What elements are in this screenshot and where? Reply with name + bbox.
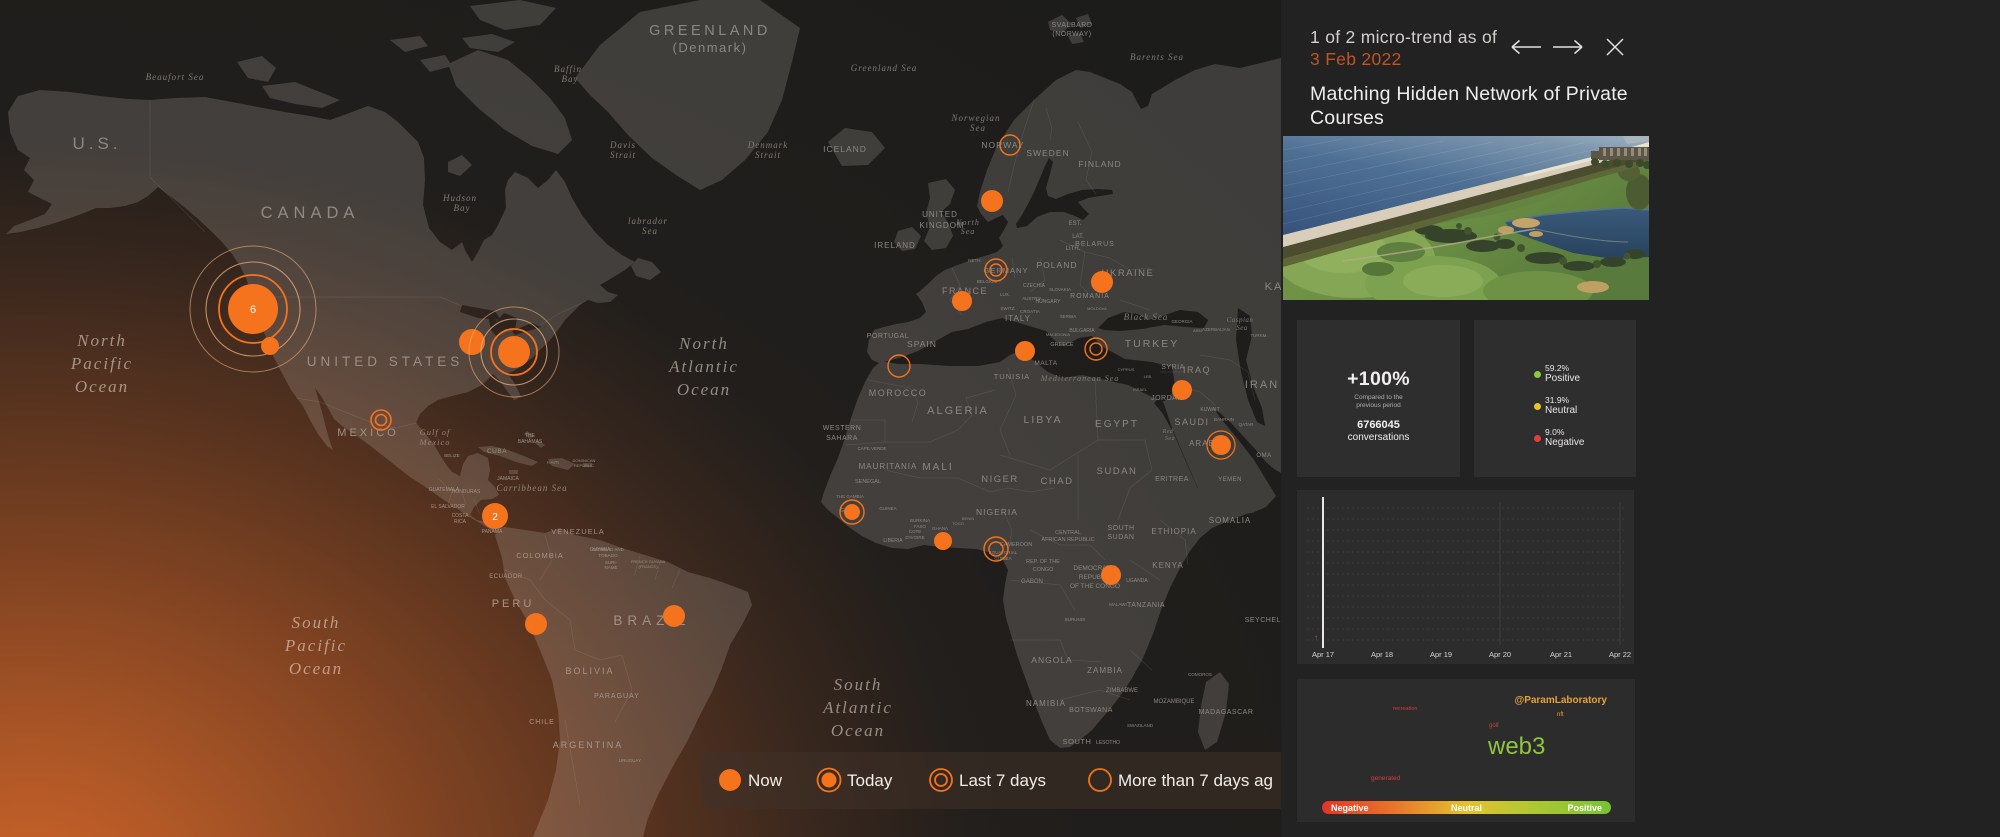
- svg-text:Apr 17: Apr 17: [1312, 650, 1334, 659]
- svg-text:Apr 22: Apr 22: [1609, 650, 1631, 659]
- svg-text:More than 7 days ag: More than 7 days ag: [1118, 771, 1273, 790]
- svg-text:Now: Now: [748, 771, 783, 790]
- svg-text:↑: ↑: [1314, 633, 1318, 642]
- svg-text:Apr 20: Apr 20: [1489, 650, 1511, 659]
- svg-text:Today: Today: [847, 771, 893, 790]
- svg-text:Last 7 days: Last 7 days: [959, 771, 1046, 790]
- svg-text:Apr 18: Apr 18: [1371, 650, 1393, 659]
- svg-text:Apr 21: Apr 21: [1550, 650, 1572, 659]
- svg-text:Apr 19: Apr 19: [1430, 650, 1452, 659]
